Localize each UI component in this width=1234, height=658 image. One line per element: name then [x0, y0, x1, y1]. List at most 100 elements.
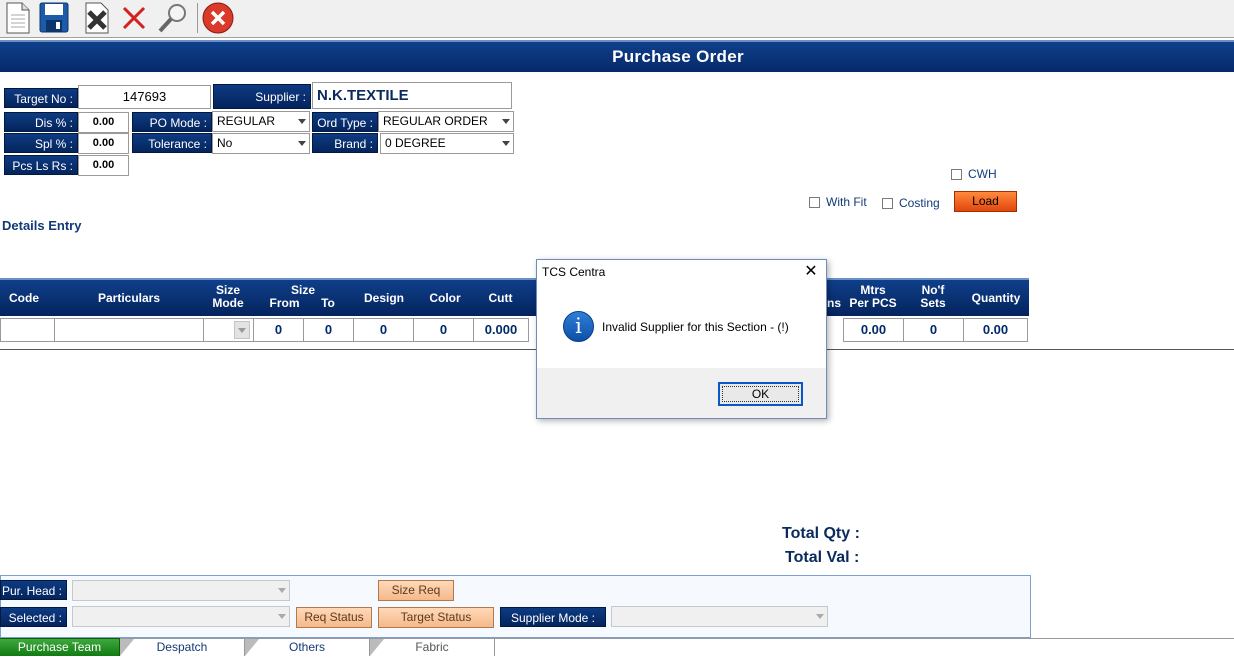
tolerance-label: Tolerance :: [132, 133, 212, 153]
selected-label: Selected :: [0, 607, 67, 627]
dis-label: Dis % :: [4, 112, 78, 132]
cwh-label: CWH: [968, 167, 997, 181]
col-design: Design: [363, 291, 404, 305]
pcs-ls-rs-label: Pcs Ls Rs :: [4, 155, 78, 175]
code-cell[interactable]: [0, 318, 55, 342]
close-icon[interactable]: ✕: [802, 263, 820, 281]
tab-notch: [245, 639, 259, 656]
chevron-down-icon: [278, 614, 286, 619]
col-particulars: Particulars: [97, 291, 161, 305]
load-button[interactable]: Load: [954, 191, 1017, 212]
brand-label: Brand :: [312, 133, 378, 153]
checkbox-box: [951, 168, 962, 180]
form-title-bar: Purchase Order: [0, 40, 1234, 72]
search-icon[interactable]: [157, 2, 189, 34]
tolerance-value: No: [217, 136, 233, 150]
save-icon[interactable]: [38, 2, 70, 34]
dis-field[interactable]: 0.00: [78, 112, 129, 133]
po-mode-value: REGULAR: [217, 114, 276, 128]
purchase-order-window: Purchase Order Target No : 147693 Suppli…: [0, 0, 1234, 658]
spl-field[interactable]: 0.00: [78, 133, 129, 154]
cutt-cell[interactable]: 0.000: [473, 318, 529, 342]
size-from-cell[interactable]: 0: [253, 318, 304, 342]
tab-despatch[interactable]: Despatch: [120, 638, 245, 656]
info-icon: i: [563, 311, 594, 342]
chevron-down-icon: [502, 119, 510, 124]
bottom-tabs: Purchase Team Despatch Others Fabric: [0, 638, 1234, 658]
chevron-down-icon: [298, 141, 306, 146]
req-status-button[interactable]: Req Status: [296, 607, 372, 628]
sets-cell[interactable]: 0: [903, 318, 964, 342]
pcs-ls-rs-field[interactable]: 0.00: [78, 155, 129, 176]
chevron-down-icon: [816, 614, 824, 619]
chevron-down-icon: [298, 119, 306, 124]
page-title: Purchase Order: [612, 47, 744, 66]
message-dialog: TCS Centra ✕ i Invalid Supplier for this…: [536, 259, 827, 419]
total-val-label: Total Val :: [785, 549, 860, 566]
brand-select[interactable]: 0 DEGREE: [380, 133, 514, 154]
mtrs-cell[interactable]: 0.00: [843, 318, 904, 342]
tab-despatch-label: Despatch: [156, 640, 208, 654]
po-mode-select[interactable]: REGULAR: [212, 111, 310, 132]
tab-fabric[interactable]: Fabric: [370, 638, 495, 656]
cancel-icon[interactable]: [118, 2, 150, 34]
pur-head-label: Pur. Head :: [0, 580, 67, 600]
col-mtrs-bottom: Per PCS: [849, 296, 897, 310]
chevron-down-icon: [238, 328, 246, 333]
new-document-icon[interactable]: [2, 2, 34, 34]
po-mode-label: PO Mode :: [132, 112, 212, 132]
design-cell[interactable]: 0: [353, 318, 414, 342]
costing-label: Costing: [899, 196, 940, 210]
target-no-label: Target No :: [4, 88, 78, 108]
details-entry-heading: Details Entry: [2, 218, 82, 233]
col-size-to: To: [321, 296, 335, 310]
toolbar-separator: [197, 3, 198, 33]
col-quantity: Quantity: [971, 291, 1021, 305]
costing-checkbox[interactable]: Costing: [882, 196, 940, 210]
tab-others-label: Others: [288, 640, 325, 654]
pur-head-select[interactable]: [72, 580, 290, 601]
with-fit-label: With Fit: [826, 195, 867, 209]
size-to-cell[interactable]: 0: [303, 318, 354, 342]
size-mode-cell[interactable]: [203, 318, 254, 342]
target-no-field[interactable]: 147693: [78, 85, 211, 109]
total-qty-label: Total Qty :: [782, 525, 860, 542]
delete-record-icon[interactable]: [81, 2, 113, 34]
ok-button[interactable]: OK: [718, 382, 803, 406]
col-partial: ns: [826, 296, 841, 310]
tab-notch: [120, 639, 134, 656]
supplier-mode-label: Supplier Mode :: [500, 607, 606, 627]
col-color: Color: [429, 291, 461, 305]
dropdown-button[interactable]: [234, 321, 250, 339]
dialog-message: Invalid Supplier for this Section - (!): [602, 320, 789, 334]
selected-select[interactable]: [72, 606, 290, 627]
particulars-cell[interactable]: [54, 318, 204, 342]
ord-type-select[interactable]: REGULAR ORDER: [378, 111, 514, 132]
supplier-field[interactable]: N.K.TEXTILE: [312, 82, 512, 109]
grid-header: Code Particulars Size Mode Size From To …: [0, 278, 1029, 316]
dialog-title: TCS Centra: [542, 265, 606, 279]
cwh-checkbox[interactable]: CWH: [951, 167, 997, 181]
col-size: Size: [290, 283, 315, 297]
ord-type-label: Ord Type :: [312, 112, 378, 132]
quantity-cell[interactable]: 0.00: [963, 318, 1028, 342]
col-cutt: Cutt: [488, 291, 513, 305]
exit-icon[interactable]: [202, 2, 234, 34]
tab-purchase-team[interactable]: Purchase Team: [0, 638, 120, 656]
tolerance-select[interactable]: No: [212, 133, 310, 154]
tab-strip-line: [495, 638, 1234, 639]
supplier-mode-select[interactable]: [611, 606, 828, 627]
size-req-button[interactable]: Size Req: [378, 580, 454, 601]
chevron-down-icon: [278, 588, 286, 593]
target-status-button[interactable]: Target Status: [378, 607, 494, 628]
tab-fabric-label: Fabric: [415, 640, 449, 654]
tab-notch: [370, 639, 384, 656]
brand-value: 0 DEGREE: [385, 136, 446, 150]
col-sets-bottom: Sets: [920, 296, 946, 310]
tab-others[interactable]: Others: [245, 638, 370, 656]
checkbox-box: [809, 196, 820, 208]
color-cell[interactable]: 0: [413, 318, 474, 342]
toolbar: [0, 0, 1234, 38]
spl-label: Spl % :: [4, 133, 78, 153]
with-fit-checkbox[interactable]: With Fit: [809, 195, 867, 209]
